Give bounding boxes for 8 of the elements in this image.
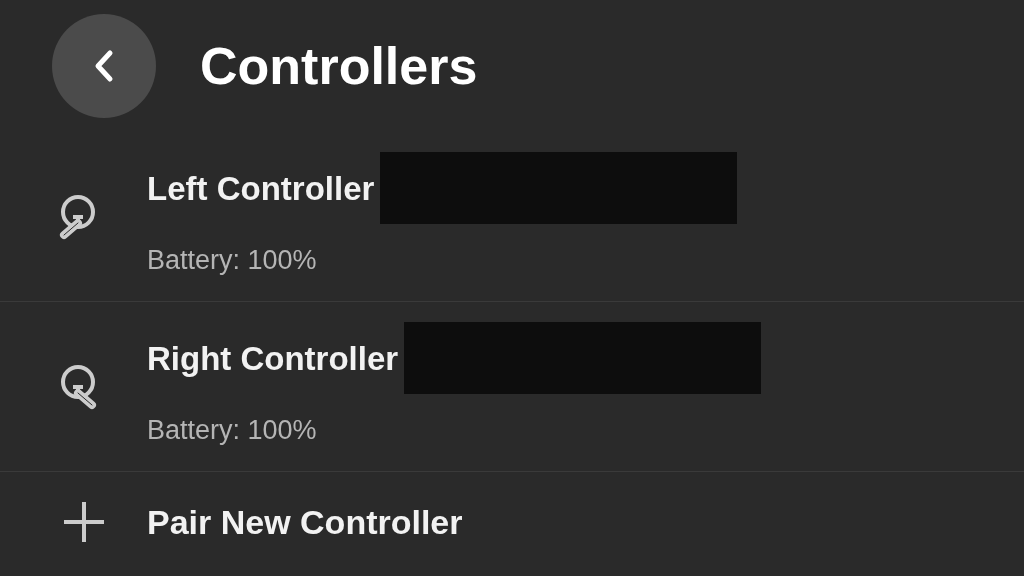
page-title: Controllers (200, 36, 478, 97)
back-icon (93, 49, 115, 83)
pair-controller-button[interactable]: Pair New Controller (147, 496, 463, 548)
battery-level: Battery: 100% (147, 414, 318, 448)
controller-name: Right Controller (147, 338, 399, 379)
battery-level: Battery: 100% (147, 244, 318, 278)
controller-name: Left Controller (147, 168, 375, 209)
plus-icon (62, 500, 106, 544)
